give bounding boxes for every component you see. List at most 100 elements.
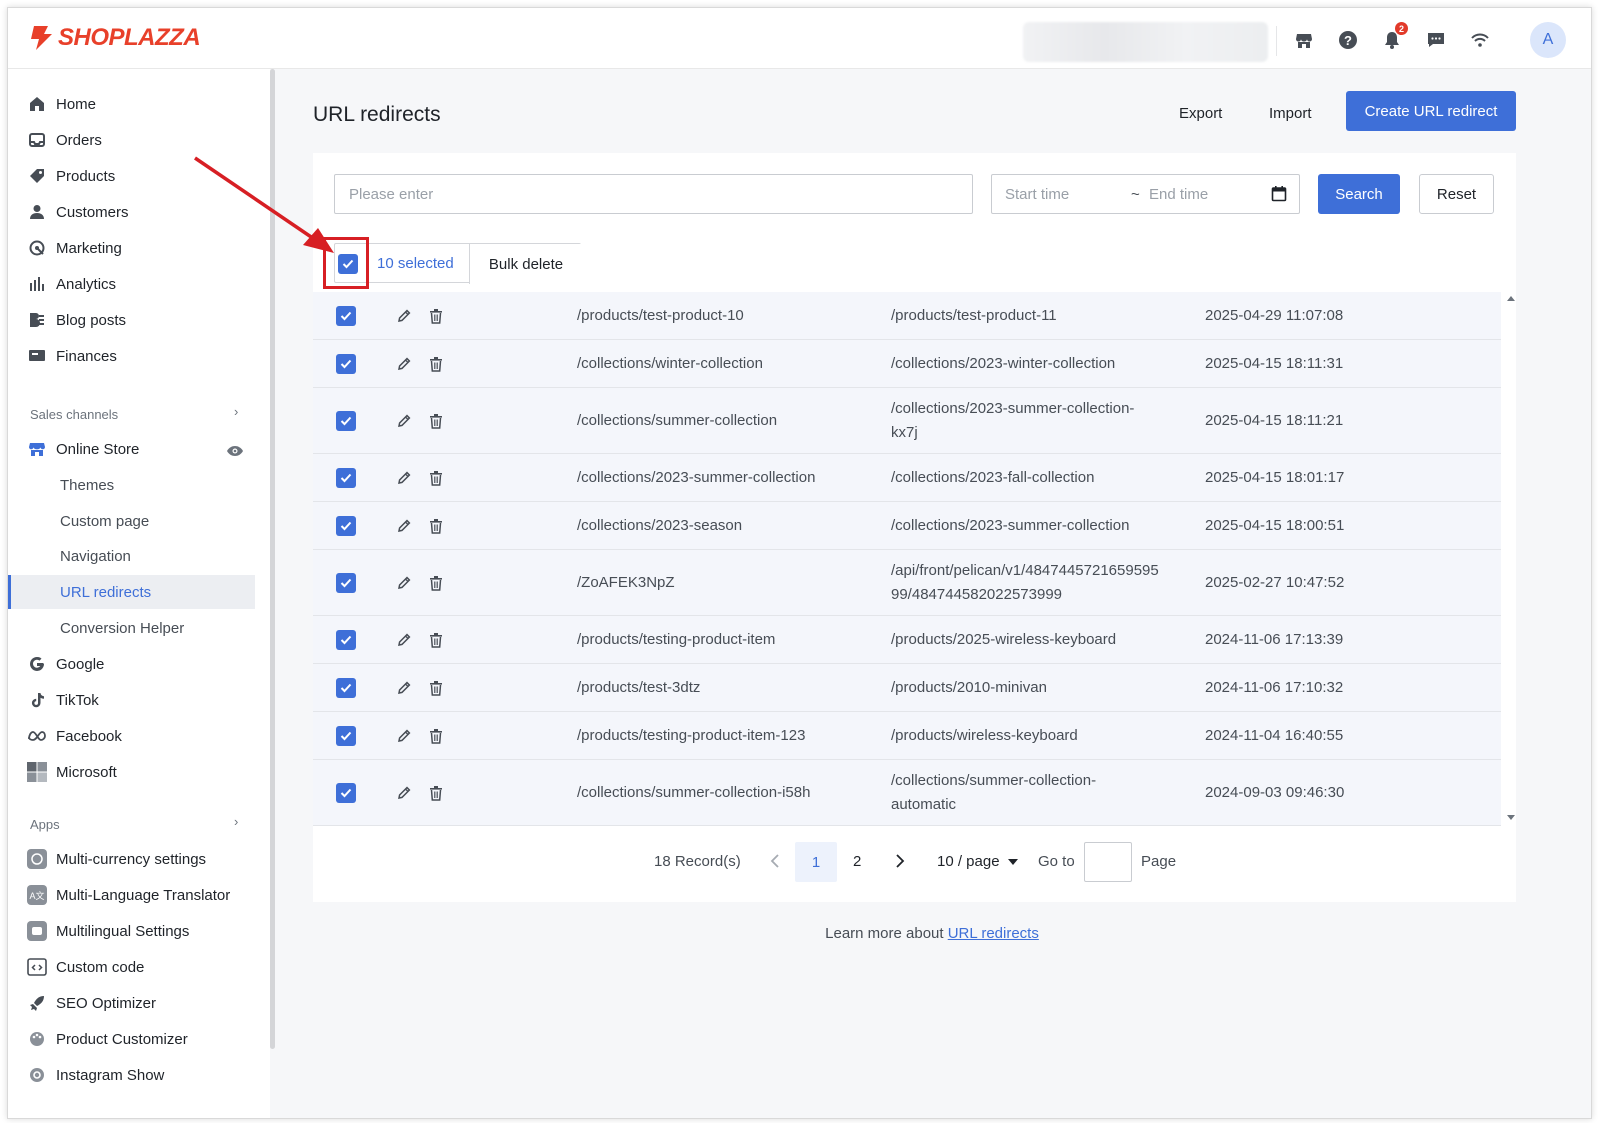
date-range-picker[interactable]: Start time ~ End time — [991, 174, 1300, 214]
nav-themes[interactable]: Themes — [8, 468, 270, 502]
nav-app-multilingual[interactable]: Multilingual Settings — [8, 914, 270, 948]
wifi-icon[interactable] — [1468, 28, 1492, 52]
nav-custom-page[interactable]: Custom page — [8, 504, 270, 538]
nav-facebook[interactable]: Facebook — [8, 719, 270, 753]
store-switcher[interactable] — [1023, 22, 1268, 62]
page-2-button[interactable]: 2 — [853, 853, 861, 870]
prev-page-icon[interactable] — [770, 853, 780, 874]
delete-trash-icon[interactable] — [427, 412, 445, 430]
nav-navigation[interactable]: Navigation — [8, 539, 270, 573]
calendar-icon[interactable] — [1271, 185, 1287, 206]
nav-blog-posts[interactable]: Blog posts — [8, 303, 270, 337]
divider — [1276, 26, 1277, 56]
nav-home-label: Home — [56, 95, 97, 113]
tag-icon — [27, 166, 47, 186]
row-checkbox[interactable] — [336, 411, 356, 431]
eye-icon[interactable] — [226, 444, 244, 462]
edit-pencil-icon[interactable] — [395, 517, 413, 535]
nav-online-store[interactable]: Online Store — [8, 432, 270, 466]
nav-app-translator[interactable]: A文 Multi-Language Translator — [8, 878, 270, 912]
bell-icon[interactable]: 2 — [1380, 22, 1408, 52]
delete-trash-icon[interactable] — [427, 355, 445, 373]
created-time: 2025-02-27 10:47:52 — [1205, 574, 1345, 591]
page-1-button[interactable]: 1 — [795, 842, 837, 882]
edit-pencil-icon[interactable] — [395, 631, 413, 649]
nav-conversion-helper[interactable]: Conversion Helper — [8, 611, 270, 645]
help-icon[interactable]: ? — [1336, 28, 1360, 52]
start-time-placeholder[interactable]: Start time — [1005, 186, 1069, 203]
edit-pencil-icon[interactable] — [395, 307, 413, 325]
delete-trash-icon[interactable] — [427, 784, 445, 802]
delete-trash-icon[interactable] — [427, 517, 445, 535]
nav-finances[interactable]: Finances — [8, 339, 270, 373]
nav-orders[interactable]: Orders — [8, 123, 270, 157]
search-input[interactable] — [334, 174, 973, 214]
nav-app-seo[interactable]: SEO Optimizer — [8, 986, 270, 1020]
edit-pencil-icon[interactable] — [395, 469, 413, 487]
store-icon[interactable] — [1292, 28, 1316, 52]
sidebar: Home Orders Products Customers Marketing… — [8, 69, 270, 1118]
avatar[interactable]: A — [1530, 22, 1566, 58]
edit-pencil-icon[interactable] — [395, 574, 413, 592]
edit-pencil-icon[interactable] — [395, 727, 413, 745]
export-button[interactable]: Export — [1179, 105, 1222, 122]
nav-home[interactable]: Home — [8, 87, 270, 121]
nav-app-multi-currency[interactable]: Multi-currency settings — [8, 842, 270, 876]
edit-pencil-icon[interactable] — [395, 355, 413, 373]
caret-down-icon — [1007, 859, 1018, 866]
created-time: 2025-04-15 18:11:21 — [1205, 412, 1344, 429]
chat-icon[interactable] — [1424, 28, 1448, 52]
row-checkbox[interactable] — [336, 516, 356, 536]
edit-pencil-icon[interactable] — [395, 784, 413, 802]
chevron-right-icon[interactable]: › — [234, 814, 238, 829]
create-url-redirect-button[interactable]: Create URL redirect — [1346, 91, 1516, 131]
end-time-placeholder[interactable]: End time — [1149, 186, 1208, 203]
nav-analytics[interactable]: Analytics — [8, 267, 270, 301]
row-checkbox[interactable] — [336, 783, 356, 803]
nav-google[interactable]: Google — [8, 647, 270, 681]
delete-trash-icon[interactable] — [427, 631, 445, 649]
edit-pencil-icon[interactable] — [395, 679, 413, 697]
row-checkbox[interactable] — [336, 630, 356, 650]
goto-page-input[interactable] — [1084, 842, 1132, 882]
delete-trash-icon[interactable] — [427, 469, 445, 487]
nav-app-product-customizer[interactable]: Product Customizer — [8, 1022, 270, 1056]
row-checkbox[interactable] — [336, 678, 356, 698]
nav-customers[interactable]: Customers — [8, 195, 270, 229]
nav-app-custom-code[interactable]: Custom code — [8, 950, 270, 984]
row-checkbox[interactable] — [336, 306, 356, 326]
row-checkbox[interactable] — [336, 726, 356, 746]
pagination: 18 Record(s) 1 2 10 / page Go to Page — [313, 825, 1516, 902]
reset-button[interactable]: Reset — [1419, 174, 1494, 214]
shoplazza-logo[interactable]: SHOPLAZZA — [28, 24, 201, 52]
bulk-delete-button[interactable]: Bulk delete — [469, 244, 582, 284]
nav-url-redirects[interactable]: URL redirects — [8, 575, 255, 609]
nav-microsoft[interactable]: Microsoft — [8, 755, 270, 789]
sidebar-scrollbar[interactable] — [270, 69, 275, 1049]
import-button[interactable]: Import — [1269, 105, 1312, 122]
nav-app-label: Multilingual Settings — [56, 922, 190, 940]
row-checkbox[interactable] — [336, 468, 356, 488]
nav-orders-label: Orders — [56, 131, 102, 149]
page-size-select[interactable]: 10 / page — [937, 853, 1018, 870]
next-page-icon[interactable] — [895, 853, 905, 874]
search-button[interactable]: Search — [1318, 174, 1400, 214]
nav-app-instagram[interactable]: Instagram Show — [8, 1058, 270, 1092]
delete-trash-icon[interactable] — [427, 679, 445, 697]
chevron-right-icon[interactable]: › — [234, 404, 238, 419]
edit-pencil-icon[interactable] — [395, 412, 413, 430]
nav-marketing[interactable]: Marketing — [8, 231, 270, 265]
delete-trash-icon[interactable] — [427, 574, 445, 592]
nav-products[interactable]: Products — [8, 159, 270, 193]
row-checkbox[interactable] — [336, 354, 356, 374]
main-content: URL redirects Export Import Create URL r… — [276, 69, 1591, 1118]
redirect-to-line: /collections/2023-summer-collection- — [891, 400, 1135, 417]
table-scrollbar[interactable] — [1506, 292, 1516, 824]
table-row: /products/testing-product-item-123/produ… — [313, 712, 1501, 760]
row-checkbox[interactable] — [336, 573, 356, 593]
url-redirects-help-link[interactable]: URL redirects — [948, 925, 1039, 942]
delete-trash-icon[interactable] — [427, 727, 445, 745]
redirect-to-line: 99/484744582022573999 — [891, 586, 1063, 603]
delete-trash-icon[interactable] — [427, 307, 445, 325]
nav-tiktok[interactable]: TikTok — [8, 683, 270, 717]
